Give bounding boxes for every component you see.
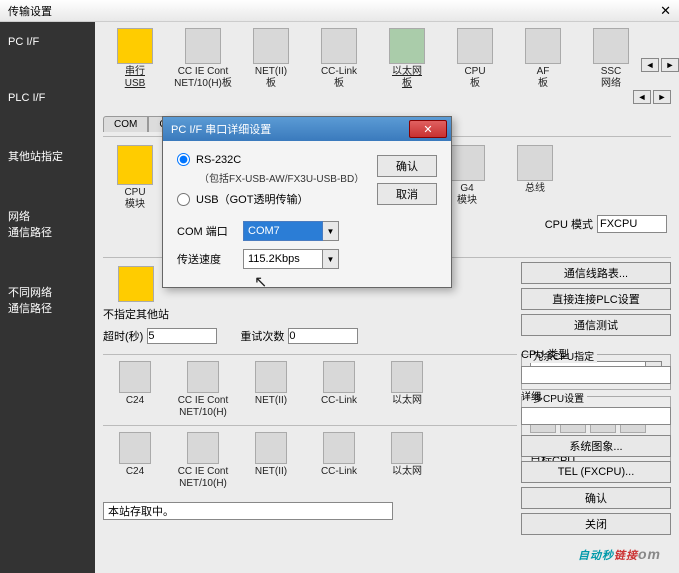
rs232-radio[interactable] — [177, 153, 190, 166]
timeout-label: 超时(秒) — [103, 328, 143, 344]
net-c24[interactable]: C24 — [103, 361, 167, 419]
serial-usb-icon — [117, 28, 153, 64]
device-serial-usb[interactable]: 串行 USB — [103, 28, 167, 90]
network-path-row: C24 CC IE Cont NET/10(H) NET(II) CC-Link… — [103, 354, 517, 419]
cpu-type-input[interactable] — [521, 366, 671, 384]
right-button-column: 通信线路表... 直接连接PLC设置 通信测试 CPU 类型 详细 系统图象..… — [521, 262, 671, 535]
diff-network-path-row: C24 CC IE Cont NET/10(H) NET(II) CC-Link… — [103, 425, 517, 490]
usb-radio[interactable] — [177, 193, 190, 206]
board-icon — [389, 28, 425, 64]
window-close-icon[interactable]: ✕ — [660, 3, 671, 19]
device-ccie[interactable]: CC IE Cont NET/10(H)板 — [171, 28, 235, 90]
dialog-titlebar[interactable]: PC I/F 串口详细设置 ✕ — [163, 117, 451, 141]
dnet-ethernet[interactable]: 以太网 — [375, 432, 439, 490]
window-title: 传输设置 — [8, 3, 52, 19]
module-icon — [187, 432, 219, 464]
dialog-ok-button[interactable]: 确认 — [377, 155, 437, 177]
com-port-select[interactable] — [243, 221, 323, 241]
device-netii[interactable]: NET(II) 板 — [239, 28, 303, 90]
sidebar-item-diff-network-path[interactable]: 不同网络 通信路径 — [0, 270, 95, 346]
tel-fxcpu-button[interactable]: TEL (FXCPU)... — [521, 461, 671, 483]
comm-test-button[interactable]: 通信测试 — [521, 314, 671, 336]
scroll-right-icon[interactable]: ► — [661, 58, 679, 72]
module-icon — [119, 432, 151, 464]
dnet-ccie[interactable]: CC IE Cont NET/10(H) — [171, 432, 235, 490]
board-icon — [593, 28, 629, 64]
cpu-module-icon — [117, 145, 153, 185]
dnet-netii[interactable]: NET(II) — [239, 432, 303, 490]
com-port-label: COM 端口 — [177, 223, 233, 239]
module-icon — [449, 145, 485, 181]
sidebar-item-other-station[interactable]: 其他站指定 — [0, 134, 95, 194]
module-icon — [119, 361, 151, 393]
usb-label: USB（GOT透明传输） — [196, 191, 308, 207]
pcif-row: 串行 USB CC IE Cont NET/10(H)板 NET(II) 板 C… — [103, 28, 671, 102]
serial-detail-dialog: PC I/F 串口详细设置 ✕ RS-232C （包括FX-USB-AW/FX3… — [162, 116, 452, 288]
scroll-left-icon[interactable]: ◄ — [641, 58, 659, 72]
timeout-input[interactable] — [147, 328, 217, 344]
station-sub-label: 不指定其他站 — [103, 306, 169, 322]
board-icon — [253, 28, 289, 64]
dnet-c24[interactable]: C24 — [103, 432, 167, 490]
window-titlebar: 传输设置 ✕ — [0, 0, 679, 22]
retry-label: 重试次数 — [240, 328, 284, 344]
module-icon — [517, 145, 553, 181]
board-icon — [185, 28, 221, 64]
cpu-mode-label: CPU 模式 — [545, 216, 593, 232]
device-cclink[interactable]: CC-Link 板 — [307, 28, 371, 90]
cpu-detail-input[interactable] — [521, 407, 671, 425]
dnet-cclink[interactable]: CC-Link — [307, 432, 371, 490]
tab-com[interactable]: COM — [103, 116, 148, 132]
status-message-input — [103, 502, 393, 520]
device-ssc[interactable]: SSC 网络 — [579, 28, 643, 90]
scroll-right-icon[interactable]: ► — [653, 90, 671, 104]
detail-label: 详细 — [521, 388, 671, 403]
chevron-down-icon[interactable]: ▼ — [323, 249, 339, 269]
module-icon — [255, 432, 287, 464]
retry-input[interactable] — [288, 328, 358, 344]
sidebar-item-plcif[interactable]: PLC I/F — [0, 78, 95, 134]
module-icon — [323, 361, 355, 393]
device-bus[interactable]: 总线 — [503, 145, 567, 195]
device-cpu-mod[interactable]: CPU 模块 — [103, 145, 167, 211]
sidebar-item-pcif[interactable]: PC I/F — [0, 22, 95, 78]
station-icon[interactable] — [118, 266, 154, 302]
module-icon — [323, 432, 355, 464]
cpu-mode-input[interactable] — [597, 215, 667, 233]
module-icon — [187, 361, 219, 393]
module-icon — [391, 361, 423, 393]
sidebar-item-network-path[interactable]: 网络 通信路径 — [0, 194, 95, 270]
close-button[interactable]: 关闭 — [521, 513, 671, 535]
device-ethernet[interactable]: 以太网 板 — [375, 28, 439, 90]
speed-select[interactable] — [243, 249, 323, 269]
net-ethernet[interactable]: 以太网 — [375, 361, 439, 419]
dialog-cancel-button[interactable]: 取消 — [377, 183, 437, 205]
device-cpu[interactable]: CPU 板 — [443, 28, 507, 90]
dialog-close-button[interactable]: ✕ — [409, 120, 447, 138]
module-icon — [391, 432, 423, 464]
speed-label: 传送速度 — [177, 251, 233, 267]
content-area: 串行 USB CC IE Cont NET/10(H)板 NET(II) 板 C… — [95, 22, 679, 573]
net-cclink[interactable]: CC-Link — [307, 361, 371, 419]
sidebar: PC I/F PLC I/F 其他站指定 网络 通信路径 不同网络 通信路径 — [0, 22, 95, 573]
board-icon — [457, 28, 493, 64]
direct-plc-button[interactable]: 直接连接PLC设置 — [521, 288, 671, 310]
comm-line-table-button[interactable]: 通信线路表... — [521, 262, 671, 284]
ok-button[interactable]: 确认 — [521, 487, 671, 509]
board-icon — [321, 28, 357, 64]
system-image-button[interactable]: 系统图象... — [521, 435, 671, 457]
rs232-label: RS-232C — [196, 154, 241, 166]
device-af[interactable]: AF 板 — [511, 28, 575, 90]
module-icon — [255, 361, 287, 393]
net-netii[interactable]: NET(II) — [239, 361, 303, 419]
dialog-title: PC I/F 串口详细设置 — [171, 121, 271, 137]
chevron-down-icon[interactable]: ▼ — [323, 221, 339, 241]
cpu-type-label: CPU 类型 — [521, 346, 671, 362]
board-icon — [525, 28, 561, 64]
net-ccie[interactable]: CC IE Cont NET/10(H) — [171, 361, 235, 419]
scroll-left-icon[interactable]: ◄ — [633, 90, 651, 104]
